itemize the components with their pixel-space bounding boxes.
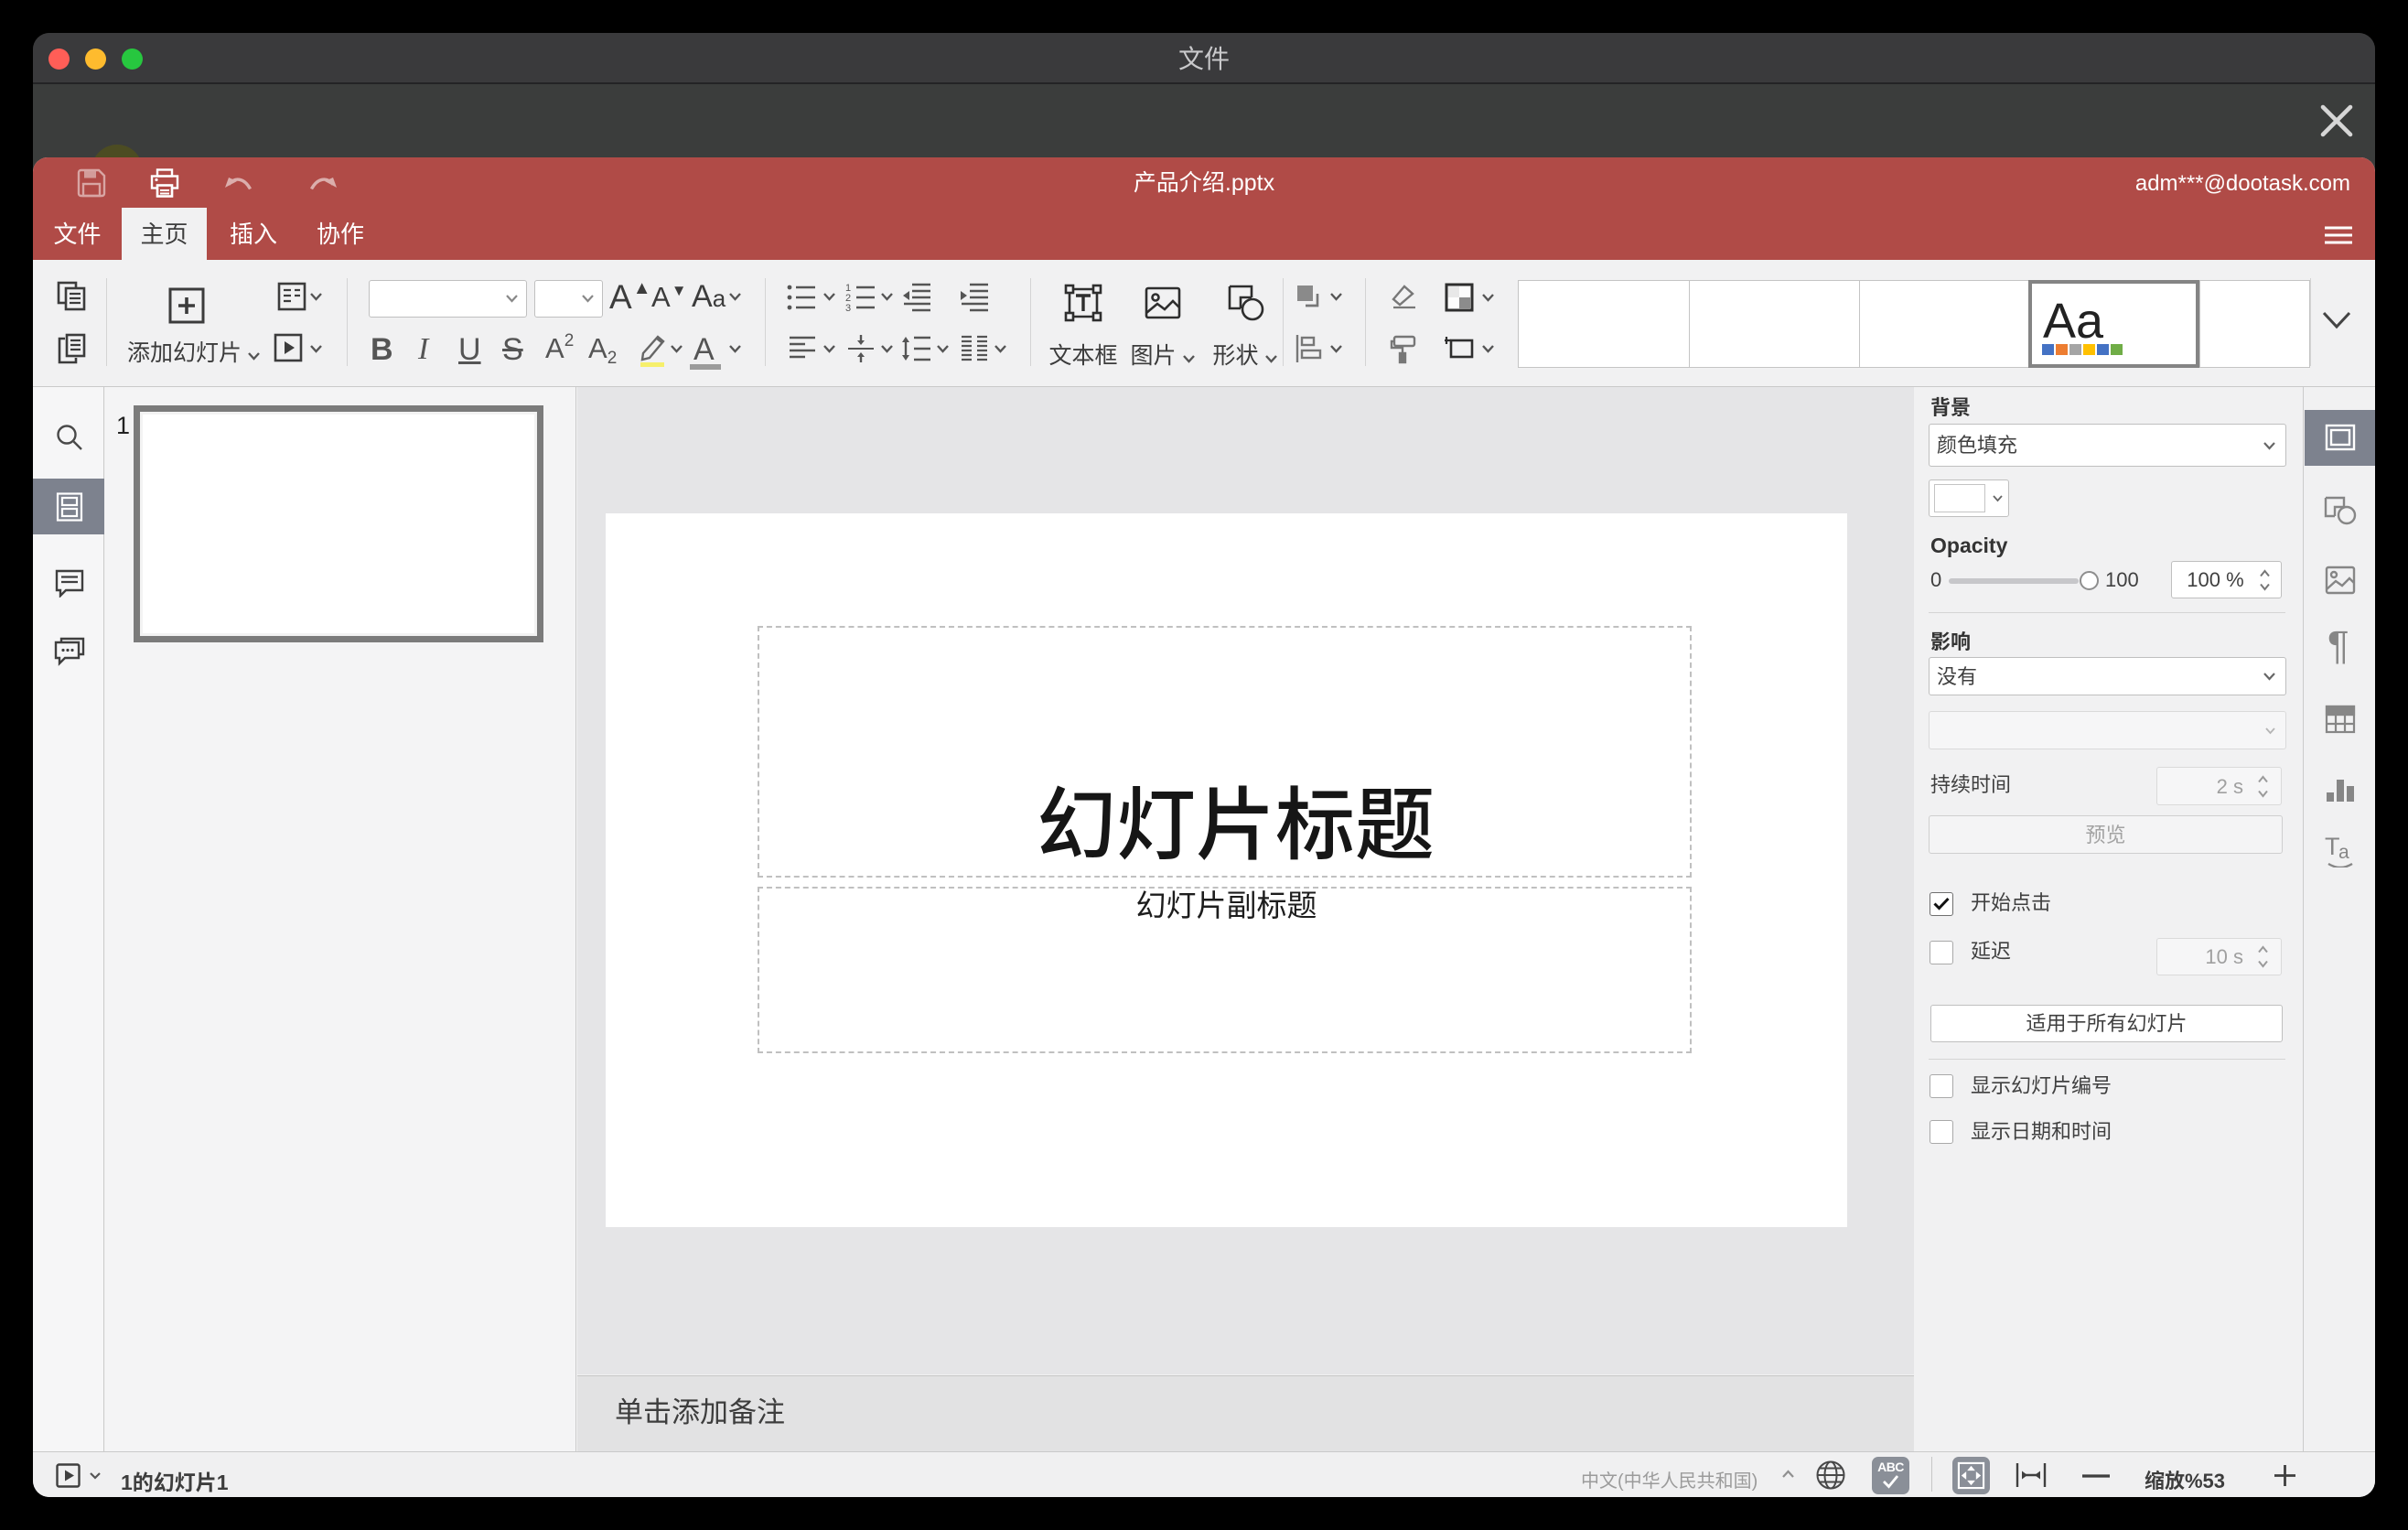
svg-text:a: a [2338, 842, 2349, 863]
svg-text:3: 3 [845, 303, 851, 313]
